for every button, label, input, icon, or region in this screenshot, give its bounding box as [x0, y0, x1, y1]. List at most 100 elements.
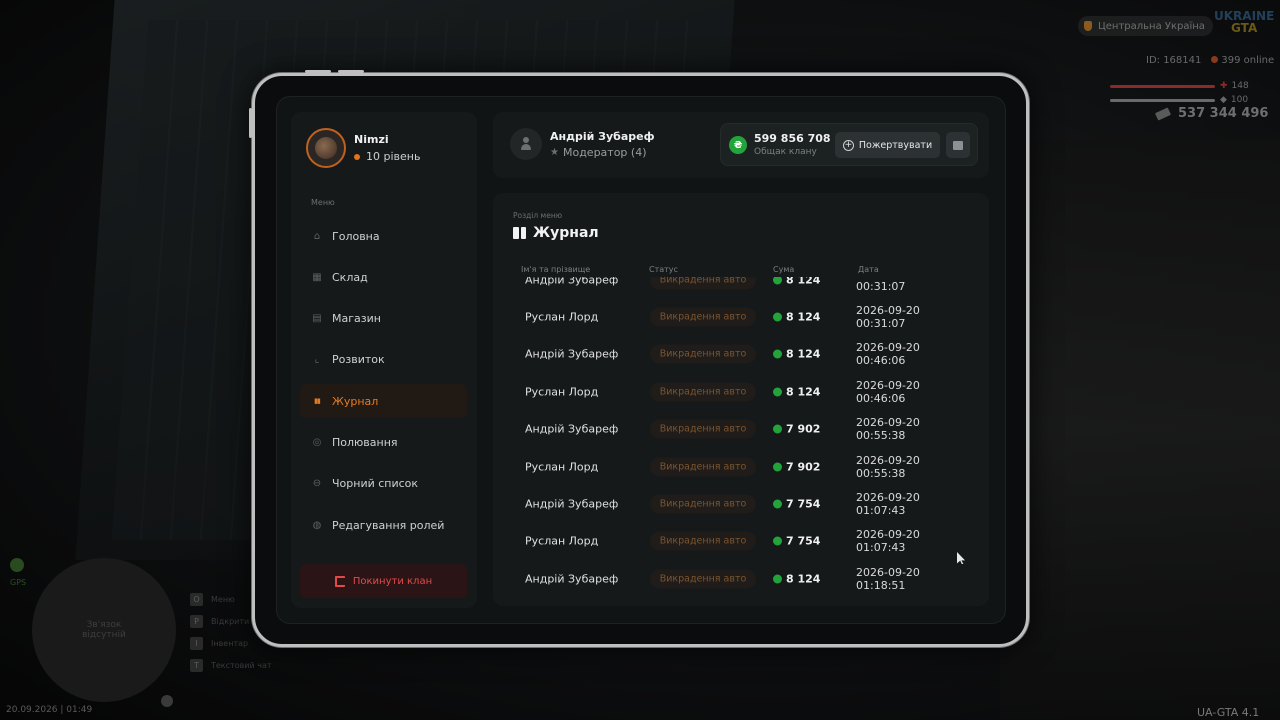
- status-badge: Викрадення авто: [650, 419, 756, 439]
- row-date: 2026-09-20 00:46:06: [856, 378, 920, 405]
- journal-table[interactable]: Андрій Зубареф Викрадення авто 8 124 2026-0…: [507, 277, 971, 606]
- status-badge: Викрадення авто: [650, 494, 756, 514]
- section-label: Розділ меню: [513, 211, 563, 220]
- row-sum: 7 902: [773, 423, 820, 436]
- sidebar-item-label: Чорний список: [332, 477, 419, 491]
- row-sum-value: 7 902: [786, 422, 821, 436]
- coin-icon: [773, 499, 782, 509]
- level-dot-icon: [354, 153, 360, 160]
- sidebar-item-warehouse[interactable]: ▦ Склад: [300, 260, 467, 294]
- block-icon: ⊖: [312, 478, 322, 490]
- minimap-compass-icon: [161, 695, 173, 707]
- sidebar-item-label: Склад: [332, 270, 368, 284]
- avatar-image: [315, 137, 337, 159]
- row-date: 2026-09-20 00:46:06: [856, 341, 920, 368]
- sidebar-item-label: Журнал: [332, 394, 379, 408]
- sidebar-item-shop[interactable]: ▤ Магазин: [300, 302, 467, 336]
- row-name: Андрій Зубареф: [525, 422, 619, 436]
- column-header-name: Ім'я та прізвище: [521, 265, 591, 274]
- table-row: Андрій Зубареф Викрадення авто 8 124 2026-0…: [507, 277, 971, 298]
- hud-money: 537 344 496: [1154, 106, 1269, 121]
- hud-online-count: 399 online: [1211, 55, 1274, 66]
- sidebar-menu: ⌂ Головна ▦ Склад ▤ Магазин ⌞ Розвиток ▮▮ Жур…: [300, 219, 467, 549]
- target-icon: ◎: [312, 436, 322, 448]
- sidebar-item-label: Розвиток: [332, 353, 385, 367]
- hud-region-badge: Центральна Україна: [1078, 16, 1213, 36]
- coin-icon: [773, 536, 782, 546]
- profile-card: Nimzi 10 рівень: [306, 128, 420, 168]
- sidebar-item-blacklist[interactable]: ⊖ Чорний список: [300, 467, 467, 501]
- row-sum-value: 8 124: [786, 310, 821, 324]
- bank-amount: 599 856 708: [754, 132, 831, 145]
- status-badge: Викрадення авто: [650, 344, 756, 364]
- hud-money-value: 537 344 496: [1178, 106, 1269, 121]
- sidebar-item-home[interactable]: ⌂ Головна: [300, 219, 467, 253]
- bank-label: Общак клану: [754, 147, 817, 157]
- row-date: 2026-09-20 01:18:51: [856, 565, 920, 592]
- coin-icon: [773, 277, 782, 285]
- tablet-button: [338, 70, 364, 73]
- home-icon: ⌂: [313, 230, 321, 242]
- minimap-status: Зв'язок відсутній: [82, 620, 126, 640]
- row-sum-value: 8 124: [786, 385, 821, 399]
- row-sum: 8 124: [773, 277, 820, 286]
- bank-box-button[interactable]: [946, 132, 970, 158]
- table-row: Руслан Лорд Викрадення авто 7 754 2026-09-2…: [507, 523, 971, 560]
- table-row: Руслан Лорд Викрадення авто 8 124 2026-09-2…: [507, 298, 971, 335]
- user-edit-icon: ◍: [312, 519, 322, 531]
- user-name: Андрій Зубареф: [550, 129, 655, 143]
- health-value: ✚ 148: [1220, 81, 1249, 91]
- row-sum-value: 7 754: [786, 497, 821, 511]
- page-title: Журнал: [513, 225, 599, 241]
- hud-region-label: Центральна Україна: [1098, 20, 1205, 32]
- profile-level: 10 рівень: [354, 150, 420, 163]
- sidebar-item-roles[interactable]: ◍ Редагування ролей: [300, 508, 467, 542]
- row-name: Руслан Лорд: [525, 460, 599, 474]
- sidebar-item-label: Магазин: [332, 312, 381, 326]
- avatar: [306, 128, 346, 168]
- row-sum-value: 7 754: [786, 534, 821, 548]
- row-name: Руслан Лорд: [525, 385, 599, 399]
- star-icon: ★: [550, 146, 559, 158]
- row-sum-value: 7 902: [786, 460, 821, 474]
- table-row: Руслан Лорд Викрадення авто 7 902 2026-09-2…: [507, 448, 971, 485]
- row-sum: 8 124: [773, 311, 820, 324]
- status-badge: Викрадення авто: [650, 531, 756, 551]
- row-sum: 8 124: [773, 385, 820, 398]
- sidebar-item-journal[interactable]: ▮▮ Журнал: [300, 384, 467, 419]
- column-header-date: Дата: [858, 265, 879, 274]
- sidebar-item-label: Полювання: [332, 435, 398, 449]
- armor-bar: [1110, 99, 1215, 102]
- sidebar-item-hunting[interactable]: ◎ Полювання: [300, 425, 467, 459]
- current-user: Андрій Зубареф ★ Модератор (4): [510, 128, 655, 160]
- status-badge: Викрадення авто: [650, 457, 756, 477]
- server-logo: UKRAINE GTA: [1214, 10, 1274, 34]
- leave-clan-button[interactable]: Покинути клан: [300, 564, 467, 598]
- donate-button[interactable]: + Пожертвувати: [835, 132, 940, 158]
- warehouse-icon: ▦: [312, 271, 322, 283]
- column-header-sum: Сума: [773, 265, 795, 274]
- background-scene-right: [1000, 140, 1280, 720]
- row-sum-value: 8 124: [786, 277, 821, 287]
- coin-icon: [773, 462, 782, 472]
- row-sum: 8 124: [773, 572, 820, 585]
- sidebar-item-label: Головна: [332, 229, 380, 243]
- shop-icon: ▤: [312, 313, 322, 325]
- cash-icon: [1154, 106, 1172, 121]
- tablet-button: [305, 70, 331, 73]
- sidebar-item-development[interactable]: ⌞ Розвиток: [300, 343, 467, 377]
- armor-value: ◆ 100: [1220, 95, 1249, 105]
- health-bar: [1110, 85, 1215, 88]
- donate-label: Пожертвувати: [858, 139, 933, 151]
- table-row: Андрій Зубареф Викрадення авто 8 124 2026-0…: [507, 336, 971, 373]
- row-name: Андрій Зубареф: [525, 497, 619, 511]
- table-row: Руслан Лорд Викрадення авто 8 124 2026-09-2…: [507, 373, 971, 410]
- server-logo-line2: GTA: [1231, 21, 1258, 35]
- plus-circle-icon: +: [842, 139, 854, 151]
- row-sum: 7 754: [773, 535, 820, 548]
- table-row: Андрій Зубареф Викрадення авто 7 902 2026-0…: [507, 411, 971, 448]
- coin-icon: [773, 574, 782, 584]
- row-name: Андрій Зубареф: [525, 347, 619, 361]
- user-role: ★ Модератор (4): [550, 145, 647, 159]
- leave-clan-label: Покинути клан: [352, 575, 433, 587]
